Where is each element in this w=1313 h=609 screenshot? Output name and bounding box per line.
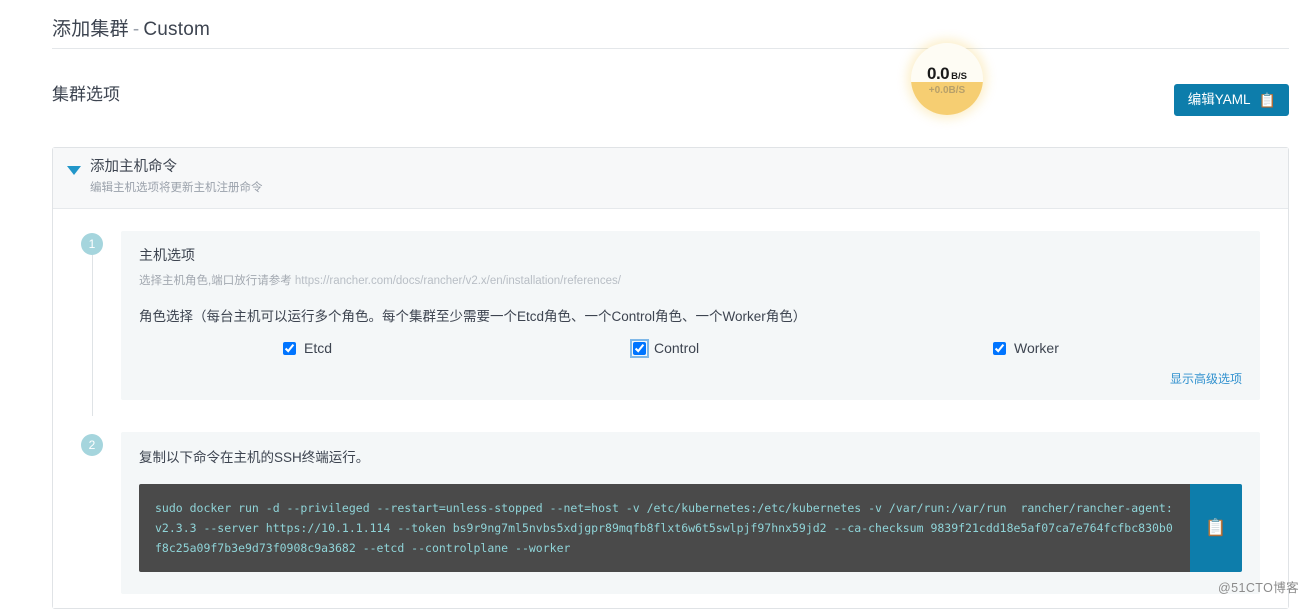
role-label-worker: Worker bbox=[1014, 340, 1059, 357]
edit-yaml-button[interactable]: 编辑YAML 📋 bbox=[1173, 84, 1289, 116]
registration-command-text[interactable]: sudo docker run -d --privileged --restar… bbox=[139, 484, 1190, 573]
show-advanced-options-link[interactable]: 显示高级选项 bbox=[1170, 372, 1242, 386]
step-2: 2 复制以下命令在主机的SSH终端运行。 sudo docker run -d … bbox=[81, 432, 1260, 595]
network-speed-delta: +0.0B/S bbox=[928, 84, 966, 96]
cluster-options-title: 集群选项 bbox=[52, 85, 120, 104]
host-options-title: 主机选项 bbox=[139, 247, 195, 264]
roles-label: 角色选择（每台主机可以运行多个角色。每个集群至少需要一个Etcd角色、一个Con… bbox=[139, 309, 807, 325]
network-speed-value: 0.0 bbox=[927, 63, 950, 83]
copy-command-button[interactable]: 📋 bbox=[1190, 484, 1242, 573]
network-speed-value-row: 0.0 B/S bbox=[927, 65, 967, 82]
chevron-down-icon bbox=[67, 166, 81, 175]
role-label-etcd: Etcd bbox=[304, 340, 333, 357]
network-speed-unit: B/S bbox=[951, 70, 967, 82]
role-checkbox-worker-input[interactable] bbox=[993, 341, 1006, 355]
panel-body: 1 主机选项 选择主机角色,端口放行请参考 https://rancher.co… bbox=[53, 209, 1288, 609]
panel-header-toggle[interactable]: 添加主机命令 编辑主机选项将更新主机注册命令 bbox=[53, 148, 1288, 210]
command-block: sudo docker run -d --privileged --restar… bbox=[139, 484, 1242, 573]
panel-header-text: 添加主机命令 编辑主机选项将更新主机注册命令 bbox=[90, 158, 263, 196]
clipboard-icon: 📋 bbox=[1258, 92, 1276, 108]
step-2-content: 复制以下命令在主机的SSH终端运行。 sudo docker run -d --… bbox=[121, 432, 1260, 595]
page-title-separator: - bbox=[132, 19, 140, 40]
edit-yaml-label: 编辑YAML bbox=[1187, 92, 1251, 108]
advanced-options-row: 显示高级选项 bbox=[139, 370, 1242, 390]
clipboard-icon: 📋 bbox=[1205, 518, 1227, 538]
ssh-command-instruction: 复制以下命令在主机的SSH终端运行。 bbox=[139, 450, 370, 466]
page-header: 添加集群 - Custom bbox=[0, 0, 1313, 40]
role-checkbox-worker[interactable]: Worker bbox=[993, 340, 1059, 356]
step-connector-rail bbox=[92, 255, 93, 417]
step-2-badge: 2 bbox=[81, 434, 103, 457]
role-checkbox-control-input[interactable] bbox=[630, 338, 649, 358]
roles-checkbox-row: Etcd Control Worker bbox=[139, 338, 1242, 358]
header-divider bbox=[52, 48, 1289, 49]
ssh-command-card: 复制以下命令在主机的SSH终端运行。 sudo docker run -d --… bbox=[121, 432, 1260, 595]
role-checkbox-etcd-input[interactable] bbox=[283, 341, 296, 355]
host-options-subtitle-text: 选择主机角色,端口放行请参考 bbox=[139, 275, 292, 288]
role-label-control: Control bbox=[654, 340, 700, 357]
host-options-card: 主机选项 选择主机角色,端口放行请参考 https://rancher.com/… bbox=[121, 231, 1260, 401]
network-speed-widget[interactable]: 0.0 B/S +0.0B/S bbox=[911, 43, 983, 115]
role-checkbox-etcd[interactable]: Etcd bbox=[283, 340, 633, 356]
page-title-main: 添加集群 bbox=[52, 19, 129, 40]
watermark: @51CTO博客 bbox=[1218, 581, 1299, 595]
host-options-reference-url[interactable]: https://rancher.com/docs/rancher/v2.x/en… bbox=[295, 275, 621, 287]
add-host-command-panel: 添加主机命令 编辑主机选项将更新主机注册命令 1 主机选项 选择主机角色,端口放… bbox=[52, 147, 1289, 609]
step-1: 1 主机选项 选择主机角色,端口放行请参考 https://rancher.co… bbox=[81, 231, 1260, 417]
page-title-suffix: Custom bbox=[143, 19, 211, 40]
host-options-subtitle: 选择主机角色,端口放行请参考 https://rancher.com/docs/… bbox=[139, 272, 1242, 288]
step-1-badge: 1 bbox=[81, 233, 103, 256]
cluster-options-row: 集群选项 编辑YAML 📋 bbox=[0, 62, 1313, 122]
page-title: 添加集群 - Custom bbox=[52, 14, 1313, 41]
step-1-content: 主机选项 选择主机角色,端口放行请参考 https://rancher.com/… bbox=[121, 231, 1260, 401]
panel-title: 添加主机命令 bbox=[90, 159, 177, 175]
panel-subtitle: 编辑主机选项将更新主机注册命令 bbox=[90, 181, 263, 194]
role-checkbox-control[interactable]: Control bbox=[630, 338, 993, 358]
